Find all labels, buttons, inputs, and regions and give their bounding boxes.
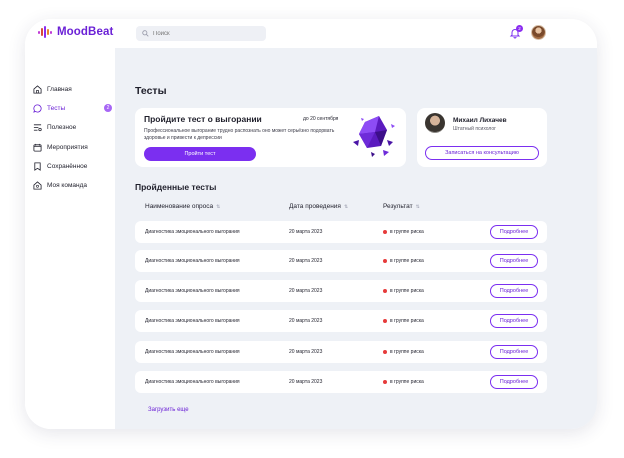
details-button[interactable]: Подробнее [490,375,538,389]
test-date: 20 марта 2023 [289,318,323,324]
test-name: Диагностика эмоционального выгорания [145,318,240,324]
test-name: Диагностика эмоционального выгорания [145,258,240,264]
sort-icon: ⇅ [415,203,420,210]
promo-description: Профессиональное выгорание трудно распоз… [144,128,335,141]
result-label: в группе риска [390,288,424,294]
page-title: Тесты [135,85,167,97]
risk-dot-icon [383,319,387,323]
risk-dot-icon [383,259,387,263]
crystal-illustration [353,116,395,157]
column-header-result[interactable]: Результат ⇅ [383,203,420,210]
search-input[interactable] [153,30,253,37]
risk-dot-icon [383,380,387,384]
app-name: MoodBeat [57,26,114,38]
risk-dot-icon [383,289,387,293]
promo-title: Пройдите тест о выгорании [144,114,262,124]
result-label: в группе риска [390,318,424,324]
test-date: 20 марта 2023 [289,258,323,264]
calendar-icon [33,143,42,152]
psychologist-name: Михаил Лихачев [453,117,507,124]
details-button[interactable]: Подробнее [490,254,538,268]
test-result: в группе риска [383,229,424,235]
top-bar: MoodBeat 2 [25,19,597,48]
user-avatar[interactable] [531,25,546,40]
table-row: Диагностика эмоционального выгорания 20 … [135,250,547,272]
test-name: Диагностика эмоционального выгорания [145,229,240,235]
sidebar-item-useful[interactable]: Полезное [33,121,113,133]
test-date: 20 марта 2023 [289,379,323,385]
load-more-link[interactable]: Загрузить еще [148,407,189,413]
test-result: в группе риска [383,258,424,264]
book-consultation-button[interactable]: Записаться на консультацию [425,146,539,160]
test-date: 20 марта 2023 [289,288,323,294]
test-date: 20 марта 2023 [289,349,323,355]
risk-dot-icon [383,230,387,234]
completed-tests-title: Пройденные тесты [135,182,217,192]
details-button[interactable]: Подробнее [490,284,538,298]
team-icon [33,180,42,190]
sidebar-item-saved[interactable]: Сохранённое [33,160,113,172]
table-row: Диагностика эмоционального выгорания 20 … [135,310,547,332]
sidebar-item-home[interactable]: Главная [33,83,113,95]
psychologist-avatar [425,113,445,133]
psychologist-card: Михаил Лихачев Штатный психолог Записать… [417,108,547,167]
sidebar-item-team[interactable]: Моя команда [33,179,113,191]
bookmark-icon [34,161,41,171]
test-result: в группе риска [383,379,424,385]
sort-icon: ⇅ [343,203,349,210]
sidebar-item-label: Главная [47,85,72,93]
tests-badge: 2 [104,104,112,112]
table-row: Диагностика эмоционального выгорания 20 … [135,371,547,393]
result-label: в группе риска [390,379,424,385]
test-name: Диагностика эмоционального выгорания [145,379,240,385]
sidebar-item-label: Мероприятия [47,143,88,151]
column-header-label: Наименование опроса [145,203,214,210]
main-content: Тесты Пройдите тест о выгорании до 20 се… [115,48,597,429]
result-label: в группе риска [390,349,424,355]
app-window: MoodBeat 2 Главная Те [25,19,597,429]
test-result: в группе риска [383,288,424,294]
table-row: Диагностика эмоционального выгорания 20 … [135,221,547,243]
search-box[interactable] [136,26,266,41]
sidebar-item-label: Тесты [47,104,66,112]
table-row: Диагностика эмоционального выгорания 20 … [135,341,547,363]
risk-dot-icon [383,350,387,354]
result-label: в группе риска [390,229,424,235]
notification-badge: 2 [516,25,523,32]
sidebar-item-label: Сохранённое [47,162,88,170]
logo-icon [38,26,52,38]
test-name: Диагностика эмоционального выгорания [145,288,240,294]
filter-icon [33,123,42,131]
column-header-date[interactable]: Дата проведения ⇅ [289,203,348,210]
details-button[interactable]: Подробнее [490,225,538,239]
column-header-name[interactable]: Наименование опроса ⇅ [145,203,220,210]
details-button[interactable]: Подробнее [490,314,538,328]
result-label: в группе риска [390,258,424,264]
burnout-test-card: Пройдите тест о выгорании до 20 сентября… [135,108,406,167]
table-row: Диагностика эмоционального выгорания 20 … [135,280,547,302]
sidebar-item-tests[interactable]: Тесты 2 [33,102,113,114]
test-result: в группе риска [383,318,424,324]
details-button[interactable]: Подробнее [490,345,538,359]
sidebar-item-label: Полезное [47,123,77,131]
logo[interactable]: MoodBeat [38,26,113,38]
home-icon [33,84,42,94]
chat-icon [33,103,42,113]
sidebar-item-events[interactable]: Мероприятия [33,141,113,153]
sidebar-item-label: Моя команда [47,181,88,189]
test-date: 20 марта 2023 [289,229,323,235]
promo-deadline: до 20 сентября [303,116,339,122]
sort-icon: ⇅ [216,203,221,210]
test-name: Диагностика эмоционального выгорания [145,349,240,355]
test-result: в группе риска [383,349,424,355]
search-icon [142,30,149,37]
psychologist-role: Штатный психолог [453,126,497,132]
take-test-button[interactable]: Пройти тест [144,147,256,161]
column-header-label: Результат [383,203,413,210]
sidebar: Главная Тесты 2 Полезное Мероприятия Сох… [25,48,115,429]
column-header-label: Дата проведения [289,203,341,210]
